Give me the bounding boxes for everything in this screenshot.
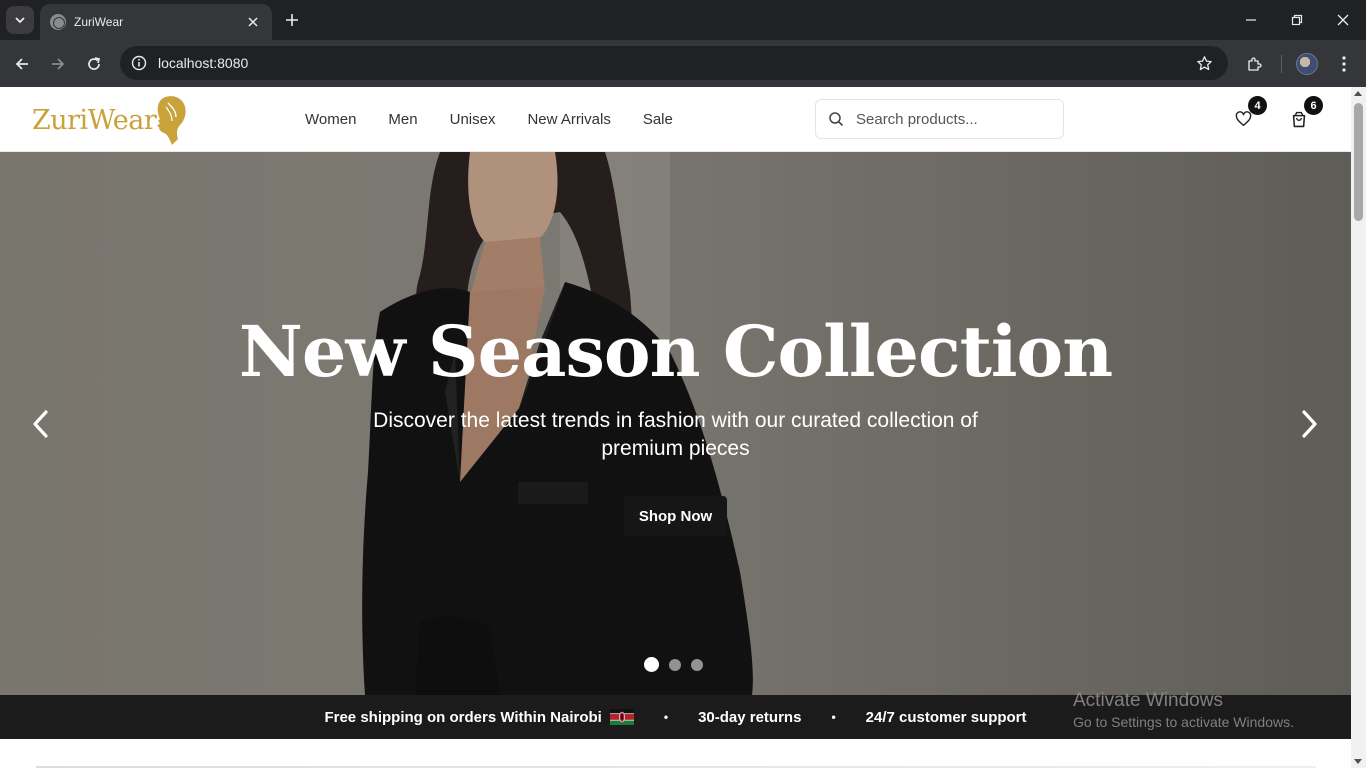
tab-title: ZuriWear [74, 15, 124, 29]
back-button[interactable] [8, 50, 36, 78]
search-icon [829, 112, 844, 127]
heart-icon [1235, 111, 1251, 127]
chevron-right-icon [1302, 410, 1317, 438]
extensions-icon [1248, 57, 1262, 71]
scroll-thumb[interactable] [1354, 103, 1363, 221]
hero-subtitle: Discover the latest trends in fashion wi… [373, 409, 978, 460]
toolbar-divider [1281, 55, 1282, 73]
avatar [1296, 53, 1318, 75]
nav-link-sale[interactable]: Sale [643, 111, 673, 128]
browser-tab[interactable]: ZuriWear [40, 4, 272, 40]
page-scrollbar[interactable] [1351, 87, 1366, 768]
shopping-bag-icon [1292, 111, 1306, 127]
scroll-down-arrow[interactable] [1354, 759, 1362, 764]
scroll-up-arrow[interactable] [1354, 91, 1362, 96]
next-section [0, 739, 1351, 768]
info-icon [131, 55, 147, 71]
chevron-left-icon [33, 410, 48, 438]
promo-separator: • [663, 710, 669, 724]
carousel-prev-button[interactable] [28, 407, 52, 441]
nav-link-unisex[interactable]: Unisex [450, 111, 496, 128]
site-info-button[interactable] [122, 46, 156, 80]
forward-icon [52, 58, 65, 70]
carousel-dots [644, 657, 703, 672]
bookmark-button[interactable] [1188, 47, 1220, 79]
hero-carousel: New Season Collection Discover the lates… [0, 152, 1351, 695]
promo-shipping: Free shipping on orders Within Nairobi [324, 708, 602, 726]
nav-link-women[interactable]: Women [305, 111, 356, 128]
windows-activation-watermark: Activate Windows Go to Settings to activ… [1073, 690, 1294, 730]
watermark-subtitle: Go to Settings to activate Windows. [1073, 714, 1294, 730]
minimize-button[interactable] [1228, 0, 1274, 40]
minimize-icon [1246, 19, 1256, 21]
shop-now-button[interactable]: Shop Now [624, 496, 727, 536]
profile-button[interactable] [1292, 49, 1322, 79]
close-icon [248, 17, 258, 27]
chevron-down-icon [15, 17, 25, 24]
nav-link-new-arrivals[interactable]: New Arrivals [527, 111, 610, 128]
reload-icon [88, 57, 101, 70]
tab-search-button[interactable] [6, 6, 34, 34]
nav-link-men[interactable]: Men [388, 111, 417, 128]
new-tab-button[interactable] [280, 8, 304, 32]
star-icon [1196, 55, 1212, 70]
reload-button[interactable] [80, 50, 108, 78]
url-text: localhost:8080 [158, 55, 249, 71]
browser-tabstrip: ZuriWear [0, 0, 1366, 40]
site-logo[interactable]: ZuriWear [32, 93, 190, 147]
address-bar[interactable]: localhost:8080 [120, 46, 1228, 80]
page-viewport: ZuriWear Women Men Unisex New Arrivals S… [0, 87, 1366, 768]
close-window-button[interactable] [1320, 0, 1366, 40]
search-box [815, 99, 1064, 139]
promo-separator: • [831, 710, 836, 724]
kenya-flag-icon [609, 709, 634, 725]
tab-close-button[interactable] [244, 13, 262, 31]
extensions-button[interactable] [1240, 49, 1270, 79]
hero-title: New Season Collection [238, 310, 1113, 393]
promo-support: 24/7 customer support [865, 708, 1027, 726]
carousel-dot-3[interactable] [691, 658, 703, 671]
carousel-dot-1[interactable] [644, 657, 659, 672]
logo-text: ZuriWear [32, 104, 157, 136]
woman-profile-logo-icon [157, 96, 186, 145]
forward-button[interactable] [44, 50, 72, 78]
restore-button[interactable] [1274, 0, 1320, 40]
menu-icon [1342, 56, 1346, 72]
main-nav: Women Men Unisex New Arrivals Sale [305, 87, 673, 152]
plus-icon [286, 14, 298, 26]
promo-returns: 30-day returns [698, 708, 802, 726]
watermark-title: Activate Windows [1073, 690, 1223, 711]
restore-icon [1291, 14, 1303, 26]
search-input[interactable] [856, 110, 1046, 128]
browser-menu-button[interactable] [1329, 49, 1359, 79]
globe-icon [50, 14, 66, 30]
back-icon [15, 58, 28, 70]
carousel-next-button[interactable] [1298, 407, 1322, 441]
site-header: ZuriWear Women Men Unisex New Arrivals S… [0, 87, 1351, 152]
carousel-dot-2[interactable] [669, 658, 681, 671]
wishlist-count-badge: 4 [1248, 96, 1267, 115]
cart-count-badge: 6 [1304, 96, 1323, 115]
close-icon [1337, 14, 1349, 26]
browser-toolbar: localhost:8080 [0, 40, 1366, 87]
